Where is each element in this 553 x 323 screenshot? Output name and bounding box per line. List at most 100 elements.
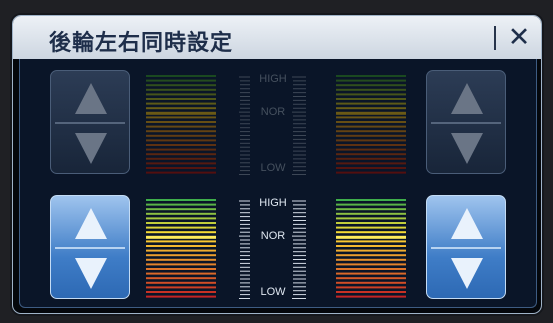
close-button[interactable]: ✕ [502, 21, 536, 53]
level-bar-segment [146, 125, 216, 128]
level-bar-segment [336, 277, 406, 280]
upper-right-level-bars [336, 73, 406, 176]
level-bar-segment [336, 222, 406, 224]
level-bar-segment [146, 162, 216, 165]
level-bar-segment [146, 167, 216, 169]
title-separator [494, 26, 496, 50]
level-bar-segment [146, 268, 216, 270]
level-bar-segment [146, 199, 216, 201]
level-bar-segment [336, 98, 406, 100]
level-bar-segment [146, 254, 216, 257]
upper-left-level-bars [146, 73, 216, 176]
level-bar-segment [336, 107, 406, 110]
level-bar-segment [336, 199, 406, 201]
level-bar-segment [146, 153, 216, 156]
arrow-down-icon [451, 258, 483, 289]
level-bar-segment [146, 249, 216, 252]
level-bar-segment [146, 226, 216, 229]
level-bar-segment [336, 79, 406, 82]
level-bar-segment [336, 245, 406, 247]
level-bar-segment [336, 171, 406, 174]
level-bar-segment [146, 212, 216, 215]
level-bar-segment [146, 130, 216, 133]
level-bar-segment [336, 157, 406, 160]
level-bar-segment [336, 134, 406, 137]
level-bar-segment [336, 240, 406, 243]
level-bar-segment [146, 111, 216, 115]
level-bar-segment [146, 272, 216, 275]
arrow-down-icon [75, 258, 107, 289]
level-bar-segment [336, 286, 406, 289]
level-bar-segment [336, 263, 406, 266]
level-bar-segment [336, 125, 406, 128]
level-bar-segment [336, 268, 406, 270]
level-bar-segment [336, 226, 406, 229]
level-bar-segment [146, 258, 216, 261]
lower-left-level-bars [146, 197, 216, 300]
close-icon: ✕ [507, 22, 531, 52]
scale-label-high: HIGH [259, 73, 287, 85]
level-bar-segment [146, 222, 216, 224]
level-bar-segment [146, 245, 216, 247]
level-bar-segment [336, 116, 406, 119]
level-bar-segment [146, 240, 216, 243]
level-bar-segment [146, 277, 216, 280]
level-bar-segment [146, 88, 216, 91]
upper-left-adjust-button[interactable] [50, 70, 130, 174]
level-bar-segment [336, 295, 406, 298]
level-bar-segment [146, 231, 216, 234]
upper-right-adjust-button[interactable] [426, 70, 506, 174]
level-bar-segment [146, 235, 216, 239]
level-bar-segment [336, 162, 406, 165]
level-bar-segment [146, 79, 216, 82]
level-bar-segment [336, 121, 406, 123]
level-bar-segment [336, 203, 406, 206]
level-bar-segment [336, 153, 406, 156]
level-bar-segment [146, 281, 216, 284]
level-bar-segment [336, 235, 406, 239]
adjust-panel: HIGH NOR LOW HIGH NOR LOW [19, 59, 537, 308]
level-bar-segment [146, 171, 216, 174]
scale-label-low: LOW [260, 286, 286, 298]
scale-label-low: LOW [260, 162, 286, 174]
level-bar-segment [336, 144, 406, 146]
level-bar-segment [146, 93, 216, 96]
level-bar-segment [146, 263, 216, 266]
level-bar-segment [146, 102, 216, 105]
level-bar-segment [146, 98, 216, 100]
level-bar-segment [146, 107, 216, 110]
level-bar-segment [336, 281, 406, 284]
scale-label-high: HIGH [259, 197, 287, 209]
level-bar-segment [336, 111, 406, 115]
level-bar-segment [146, 84, 216, 87]
level-bar-segment [336, 254, 406, 257]
scale-label-nor: NOR [260, 230, 286, 242]
level-bar-segment [336, 93, 406, 96]
level-bar-segment [336, 84, 406, 87]
level-bar-segment [336, 231, 406, 234]
level-bar-segment [146, 121, 216, 123]
level-bar-segment [336, 249, 406, 252]
dialog-title: 後輪左右同時設定 [49, 30, 234, 55]
lower-left-adjust-button[interactable] [50, 195, 130, 299]
level-bar-segment [336, 102, 406, 105]
level-bar-segment [146, 75, 216, 77]
level-bar-segment [146, 295, 216, 298]
level-bar-segment [146, 217, 216, 220]
arrow-down-icon [451, 133, 483, 164]
level-bar-segment [146, 208, 216, 211]
upper-level-scale: HIGH NOR LOW [237, 73, 309, 176]
level-bar-segment [146, 286, 216, 289]
level-bar-segment [146, 116, 216, 119]
level-bar-segment [336, 167, 406, 169]
dialog: 後輪左右同時設定 ✕ HIGH NOR LOW HIGH NOR LOW [12, 15, 542, 314]
level-bar-segment [336, 258, 406, 261]
lower-level-scale: HIGH NOR LOW [237, 197, 309, 300]
lower-right-adjust-button[interactable] [426, 195, 506, 299]
level-bar-segment [336, 217, 406, 220]
level-bar-segment [336, 212, 406, 215]
level-bar-segment [336, 208, 406, 211]
lower-right-level-bars [336, 197, 406, 300]
level-bar-segment [336, 148, 406, 151]
arrow-down-icon [75, 133, 107, 164]
